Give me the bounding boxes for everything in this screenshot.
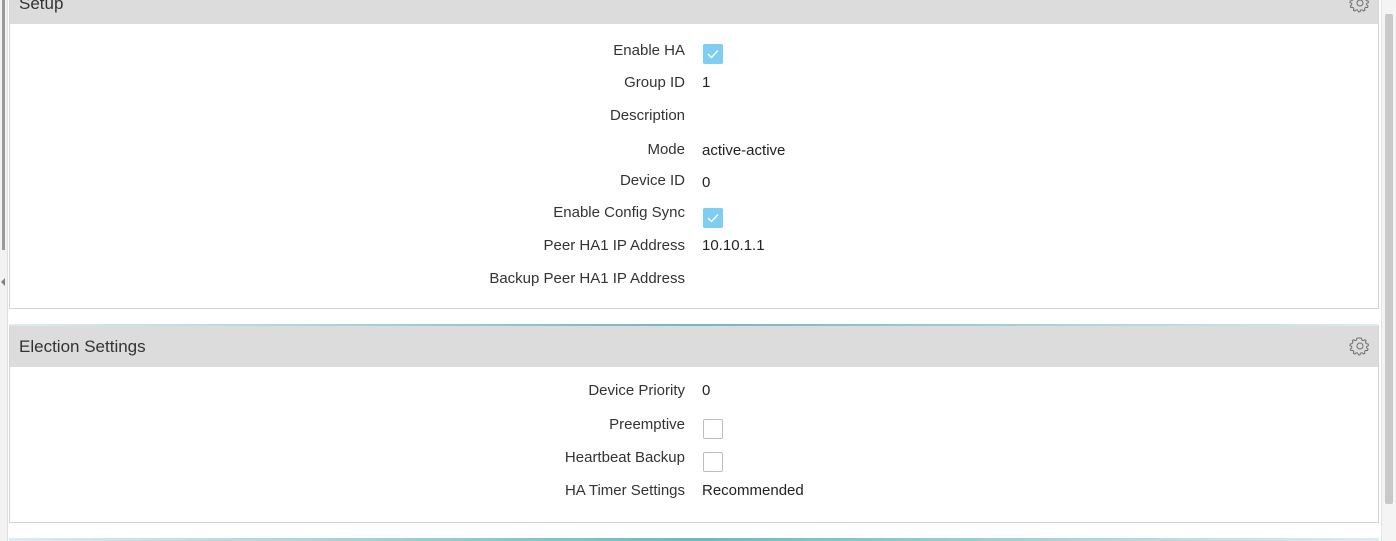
scrollbar-thumb[interactable] — [1385, 14, 1393, 504]
peer-ha1-ip-row: Peer HA1 IP Address 10.10.1.1 — [10, 235, 1378, 259]
peer-ha1-ip-label: Peer HA1 IP Address — [543, 237, 685, 254]
enable-ha-row: Enable HA — [10, 40, 1378, 64]
preemptive-checkbox[interactable] — [703, 419, 723, 439]
setup-panel-title: Setup — [19, 0, 64, 13]
gear-icon[interactable] — [1349, 0, 1371, 14]
backup-peer-ha1-ip-label: Backup Peer HA1 IP Address — [489, 270, 685, 287]
preemptive-label: Preemptive — [609, 416, 685, 433]
setup-panel-header: Setup — [10, 0, 1378, 24]
device-priority-value: 0 — [702, 382, 711, 399]
left-splitter[interactable] — [0, 0, 8, 541]
peer-ha1-ip-value: 10.10.1.1 — [702, 237, 765, 254]
mode-label: Mode — [647, 141, 685, 158]
enable-config-sync-row: Enable Config Sync — [10, 202, 1378, 228]
splitter-bar[interactable] — [2, 0, 5, 250]
group-id-row: Group ID 1 — [10, 72, 1378, 96]
description-row: Description — [10, 105, 1378, 129]
mode-row: Mode active-active — [10, 139, 1378, 163]
device-id-label: Device ID — [619, 172, 685, 189]
ha-timer-settings-row: HA Timer Settings Recommended — [10, 480, 1378, 504]
description-label: Description — [609, 107, 685, 124]
ha-timer-settings-value: Recommended — [702, 482, 804, 499]
setup-panel: Setup Enable HA Group ID 1 Description M… — [9, 0, 1379, 309]
heartbeat-backup-row: Heartbeat Backup — [10, 447, 1378, 472]
check-icon — [707, 50, 719, 59]
election-settings-header: Election Settings — [10, 326, 1378, 367]
check-icon — [707, 214, 719, 223]
heartbeat-backup-checkbox[interactable] — [703, 452, 723, 472]
ha-timer-settings-label: HA Timer Settings — [564, 482, 685, 499]
heartbeat-backup-label: Heartbeat Backup — [564, 449, 685, 466]
enable-ha-label: Enable HA — [613, 42, 685, 59]
mode-value: active-active — [702, 142, 786, 159]
backup-peer-ha1-ip-row: Backup Peer HA1 IP Address — [10, 268, 1378, 292]
enable-config-sync-checkbox[interactable] — [703, 208, 723, 228]
vertical-scrollbar[interactable] — [1381, 0, 1396, 541]
group-id-label: Group ID — [624, 74, 685, 91]
device-id-row: Device ID 0 — [10, 170, 1378, 194]
election-settings-title: Election Settings — [19, 337, 146, 356]
group-id-value: 1 — [702, 74, 711, 91]
device-id-value: 0 — [702, 174, 711, 191]
device-priority-label: Device Priority — [588, 382, 685, 399]
ha-general-settings-page: Setup Enable HA Group ID 1 Description M… — [0, 0, 1396, 541]
enable-config-sync-label: Enable Config Sync — [553, 204, 685, 221]
device-priority-row: Device Priority 0 — [10, 380, 1378, 404]
collapse-left-icon[interactable] — [1, 278, 5, 286]
gear-icon[interactable] — [1349, 335, 1371, 357]
enable-ha-checkbox[interactable] — [703, 44, 723, 64]
election-settings-panel: Election Settings Device Priority 0 Pree… — [9, 324, 1379, 523]
preemptive-row: Preemptive — [10, 414, 1378, 439]
